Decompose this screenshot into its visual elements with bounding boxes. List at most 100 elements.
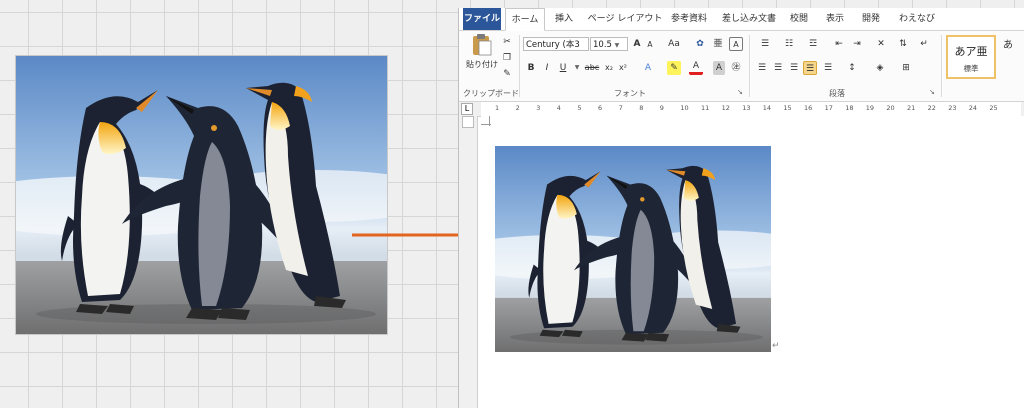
tab-file[interactable]: ファイル (463, 8, 501, 30)
ribbon-tab-bar: ファイル ホーム 挿入 ページ レイアウト 参考資料 差し込み文書 校閲 表示 … (459, 8, 1024, 31)
asian-layout-icon[interactable]: ✕ (871, 37, 891, 51)
decrease-indent-icon[interactable]: ⇤ (831, 37, 847, 51)
paste-button[interactable]: 貼り付け (465, 33, 499, 81)
ruler-number: 12 (721, 104, 730, 112)
tab-references[interactable]: 参考資料 (667, 8, 711, 30)
style-next-icon[interactable]: あ (1000, 39, 1016, 53)
tab-mailings[interactable]: 差し込み文書 (717, 8, 781, 30)
ruler-number: 18 (845, 104, 854, 112)
style-normal[interactable]: あア亜 標準 (946, 35, 996, 79)
increase-indent-icon[interactable]: ⇥ (849, 37, 865, 51)
tab-home[interactable]: ホーム (505, 8, 545, 31)
copy-icon[interactable]: ❐ (501, 51, 513, 65)
group-divider (941, 35, 942, 97)
ruler-number: 5 (577, 104, 582, 112)
ruler-number: 25 (989, 104, 998, 112)
font-name-combo[interactable]: Century (本3 (523, 37, 589, 51)
show-marks-icon[interactable]: ↵ (917, 37, 931, 51)
underline-dropdown-icon[interactable]: ▼ (573, 61, 581, 75)
strikethrough-button[interactable]: abc (583, 61, 601, 75)
italic-button[interactable]: I (541, 61, 553, 75)
word-window: ファイル ホーム 挿入 ページ レイアウト 参考資料 差し込み文書 校閲 表示 … (459, 8, 1024, 408)
ruler-number: 2 (515, 104, 520, 112)
ruler-number: 8 (639, 104, 644, 112)
ruler-number: 14 (762, 104, 772, 112)
underline-button[interactable]: U (557, 61, 569, 75)
borders-icon[interactable]: ⊞ (897, 61, 915, 75)
subscript-button[interactable]: x₂ (603, 61, 615, 75)
paragraph-dialog-launcher-icon[interactable]: ↘ (929, 88, 935, 96)
penguin-photo-original (16, 56, 387, 334)
ruler-number: 22 (927, 104, 936, 112)
paragraph-mark: ↵ (772, 341, 780, 351)
ruler-number: 9 (659, 104, 664, 112)
ruler-number: 10 (680, 104, 689, 112)
tab-developer[interactable]: 開発 (857, 8, 885, 30)
tab-review[interactable]: 校閲 (785, 8, 813, 30)
ruler-number: 16 (804, 104, 813, 112)
ruler-number: 24 (968, 104, 978, 112)
ruler-number: 7 (618, 104, 623, 112)
group-divider (749, 35, 750, 97)
cut-icon[interactable]: ✂ (501, 35, 513, 49)
ruler-number: 1 (495, 104, 500, 112)
highlight-icon[interactable]: ✎ (667, 61, 681, 75)
justify-icon[interactable]: ☰ (803, 61, 817, 75)
style-name: 標準 (963, 64, 979, 73)
align-center-icon[interactable]: ☰ (771, 61, 785, 75)
ribbon-home: 貼り付け ✂ ❐ ✎ クリップボード Century (本3 10.5 ▼ A … (459, 31, 1024, 102)
shrink-font-button[interactable]: A (645, 38, 655, 52)
font-dialog-launcher-icon[interactable]: ↘ (737, 88, 743, 96)
ruler-number: 6 (598, 104, 603, 112)
horizontal-ruler[interactable]: L 1 2 3 4 5 6 7 8 9 10 11 12 13 14 15 16 17 18 19 20 21 22 23 2… (459, 102, 1024, 117)
paragraph-group-label: 段落 (829, 89, 845, 98)
tab-waenavi[interactable]: わえなび (895, 8, 939, 30)
numbering-icon[interactable]: ☷ (779, 37, 799, 51)
tab-view[interactable]: 表示 (821, 8, 849, 30)
change-case-button[interactable]: Aa (665, 37, 683, 51)
penguin-photo-inserted[interactable] (495, 146, 771, 352)
tab-page-layout[interactable]: ページ レイアウト (585, 8, 665, 30)
multilevel-list-icon[interactable]: ☲ (803, 37, 823, 51)
tab-insert[interactable]: 挿入 (549, 8, 579, 30)
font-name-value: Century (本3 (526, 40, 580, 50)
shading-icon[interactable]: ◈ (871, 61, 889, 75)
ruler-corner-icon[interactable]: L (461, 103, 473, 115)
font-color-button[interactable]: A (689, 61, 703, 75)
ruler-number: 3 (536, 104, 541, 112)
style-preview: あア亜 (954, 45, 988, 58)
ruler-number: 21 (907, 104, 916, 112)
grow-font-button[interactable]: A (631, 37, 643, 51)
enclose-char-icon[interactable]: ㊟ (729, 61, 743, 75)
format-painter-icon[interactable]: ✎ (501, 67, 513, 81)
ruler-number: 4 (556, 104, 561, 112)
ruler-number: 23 (948, 104, 957, 112)
ruler-number: 20 (886, 104, 895, 112)
ruler-number: 11 (701, 104, 710, 112)
font-size-combo[interactable]: 10.5 ▼ (590, 37, 628, 51)
ruler-number: 19 (865, 104, 875, 112)
character-border-icon[interactable]: A (729, 37, 743, 51)
distributed-icon[interactable]: ☰ (821, 61, 835, 75)
align-right-icon[interactable]: ☰ (787, 61, 801, 75)
vertical-ruler[interactable] (459, 116, 478, 408)
ruler-number: 15 (783, 104, 792, 112)
align-left-icon[interactable]: ☰ (755, 61, 769, 75)
clipboard-icon (473, 34, 492, 56)
clear-format-icon[interactable]: ✿ (693, 37, 707, 51)
bullets-icon[interactable]: ☰ (755, 37, 775, 51)
ruler-number: 17 (824, 104, 833, 112)
group-divider (519, 35, 520, 97)
ruler-number: 13 (742, 104, 751, 112)
superscript-button[interactable]: x² (617, 61, 629, 75)
sort-icon[interactable]: ⇅ (895, 37, 911, 51)
phonetic-guide-icon[interactable]: 亜 (711, 37, 725, 51)
clipboard-group-label: クリップボード (463, 89, 519, 98)
font-size-value: 10.5 (593, 40, 612, 50)
font-group-label: フォント (614, 89, 646, 98)
paste-label: 貼り付け (466, 60, 498, 69)
char-shading-icon[interactable]: A (713, 61, 725, 75)
line-spacing-icon[interactable]: ↕ (843, 61, 861, 75)
bold-button[interactable]: B (525, 61, 537, 75)
text-effects-icon[interactable]: A (641, 61, 655, 75)
